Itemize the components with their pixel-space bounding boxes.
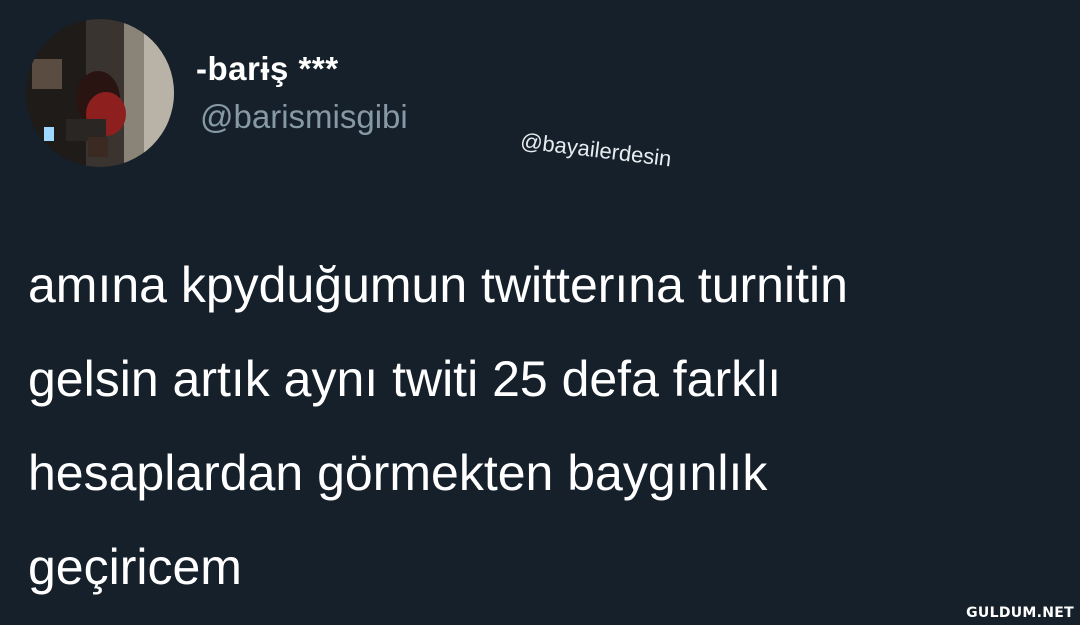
tweet-text-line: geçiricem (28, 539, 242, 595)
tweet-text-line: gelsin artık aynı twiti 25 defa farklı (28, 351, 782, 407)
author-display-name[interactable]: -barɨş *** (196, 50, 339, 88)
profile-photo-icon (26, 19, 174, 167)
author-avatar[interactable] (26, 19, 174, 167)
tweet-text-line: hesaplardan görmekten baygınlık (28, 445, 768, 501)
tweet-text-line: amına kpyduğumun twitterına turnitin (28, 257, 848, 313)
site-watermark: GULDUM.NET (966, 605, 1074, 621)
author-handle[interactable]: @barismisgibi (200, 98, 408, 136)
tweet-card: -barɨş *** @barismisgibi @bayailerdesin … (0, 0, 1080, 625)
tweet-text: amına kpyduğumun twitterına turnitin gel… (28, 238, 1068, 614)
watermark-text: @bayailerdesin (518, 128, 673, 172)
